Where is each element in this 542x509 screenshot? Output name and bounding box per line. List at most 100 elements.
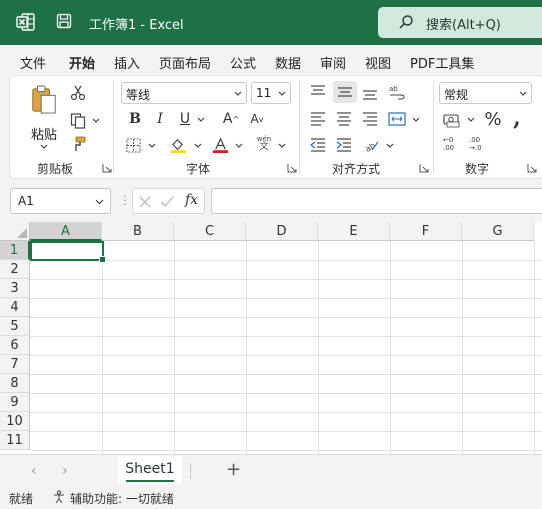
row-header-6[interactable]: 6 [0, 336, 30, 355]
tab-data[interactable]: 数据 [275, 53, 301, 72]
sheet-tab-sheet1[interactable]: Sheet1 [118, 456, 182, 484]
bold-icon[interactable]: B [127, 110, 143, 128]
accounting-dropdown-icon[interactable] [467, 117, 475, 123]
worksheet-grid[interactable]: ABCDEFG 1 2 3 4 5 6 7 8 9 10 11 [0, 222, 542, 454]
column-header-e[interactable]: E [318, 222, 390, 241]
row-header-5[interactable]: 5 [0, 317, 30, 336]
tab-home[interactable]: 开始 [69, 53, 96, 78]
row-header-7[interactable]: 7 [0, 355, 30, 374]
tab-view[interactable]: 视图 [365, 53, 391, 72]
increase-decimal-icon[interactable]: ←0.00 [443, 136, 461, 154]
row-header-3[interactable]: 3 [0, 279, 30, 298]
decrease-indent-icon[interactable] [310, 138, 326, 152]
row-header-11[interactable]: 11 [0, 431, 30, 450]
align-middle-button[interactable] [333, 81, 357, 103]
column-header-c[interactable]: C [174, 222, 246, 241]
row-header-9[interactable]: 9 [0, 393, 30, 412]
align-top-icon[interactable] [310, 85, 326, 99]
gridline [30, 393, 542, 394]
tab-pdf-tools[interactable]: PDF工具集 [410, 53, 474, 72]
font-name-select[interactable]: 等线 [121, 82, 247, 104]
tab-file[interactable]: 文件 [20, 53, 46, 72]
italic-icon[interactable]: I [152, 110, 168, 128]
number-launcher-icon[interactable] [527, 163, 537, 173]
wrap-text-icon[interactable]: ab [389, 84, 405, 100]
chevron-left-icon[interactable]: ‹ [31, 463, 37, 479]
underline-icon[interactable]: U [177, 110, 193, 128]
font-group-label: 字体 [186, 162, 211, 176]
fill-color-icon[interactable] [170, 136, 187, 155]
row-header-10[interactable]: 10 [0, 412, 30, 431]
tab-review[interactable]: 审阅 [320, 53, 346, 72]
row-header-2[interactable]: 2 [0, 260, 30, 279]
orientation-icon[interactable]: ab [363, 137, 379, 153]
enter-icon[interactable] [160, 196, 174, 208]
align-right-icon[interactable] [362, 112, 378, 126]
phonetic-guide-icon[interactable]: wén 文 [255, 136, 273, 156]
column-header-d[interactable]: D [246, 222, 318, 241]
select-all-button[interactable] [0, 222, 30, 241]
accounting-format-icon[interactable] [443, 112, 461, 128]
chevron-down-icon [234, 91, 242, 96]
add-sheet-button[interactable]: + [226, 459, 241, 480]
tab-insert[interactable]: 插入 [114, 53, 140, 72]
column-header-a[interactable]: A [30, 222, 102, 241]
gridline [174, 241, 175, 454]
format-painter-icon[interactable] [70, 136, 86, 152]
column-header-g[interactable]: G [462, 222, 534, 241]
orientation-dropdown-icon[interactable] [386, 143, 394, 149]
merge-center-icon[interactable] [388, 112, 406, 126]
font-color-dropdown-icon[interactable] [235, 143, 243, 149]
decrease-font-icon[interactable]: Av [248, 110, 266, 128]
font-color-icon[interactable] [212, 136, 229, 155]
tab-page-layout[interactable]: 页面布局 [159, 53, 211, 72]
active-cell[interactable] [30, 241, 106, 263]
status-mode: 就绪 [9, 492, 34, 506]
row-header-4[interactable]: 4 [0, 298, 30, 317]
status-bar: 就绪 辅助功能: 一切就绪 [0, 486, 542, 509]
fill-color-dropdown-icon[interactable] [194, 143, 202, 149]
percent-icon[interactable]: % [483, 109, 503, 130]
increase-indent-icon[interactable] [336, 138, 352, 152]
comma-style-icon[interactable]: , [510, 105, 524, 131]
phonetic-dropdown-icon[interactable] [278, 143, 286, 149]
copy-icon[interactable] [70, 112, 86, 129]
borders-dropdown-icon[interactable] [148, 143, 156, 149]
cut-icon[interactable] [70, 84, 86, 102]
column-header-b[interactable]: B [102, 222, 174, 241]
chevron-right-icon[interactable]: › [62, 463, 68, 479]
align-bottom-icon[interactable] [362, 87, 378, 101]
align-left-icon[interactable] [310, 112, 326, 126]
paste-button[interactable]: 粘贴 [26, 82, 60, 152]
accessibility-icon[interactable] [52, 490, 66, 504]
align-center-icon[interactable] [336, 112, 352, 126]
clipboard-launcher-icon[interactable] [102, 163, 112, 173]
row-header-8[interactable]: 8 [0, 374, 30, 393]
row-header-1[interactable]: 1 [0, 241, 30, 260]
search-box[interactable]: 搜索(Alt+Q) [378, 7, 542, 38]
font-size-select[interactable]: 11 [251, 82, 291, 104]
gridline [462, 241, 463, 454]
number-format-select[interactable]: 常规 [439, 82, 532, 104]
formula-input[interactable] [211, 188, 542, 214]
cancel-icon[interactable] [139, 196, 151, 208]
insert-function-icon[interactable]: fx [185, 192, 198, 208]
copy-dropdown-icon[interactable] [92, 118, 100, 124]
borders-icon[interactable] [126, 138, 141, 153]
underline-dropdown-icon[interactable] [197, 117, 205, 123]
name-box-value: A1 [18, 194, 34, 208]
font-launcher-icon[interactable] [287, 163, 297, 173]
alignment-launcher-icon[interactable] [419, 163, 429, 173]
name-box[interactable]: A1 [10, 188, 111, 214]
group-divider [433, 80, 434, 174]
decrease-decimal-icon[interactable]: .00 →.0 [469, 136, 487, 154]
formula-bar-divider-icon: ⋮ [119, 193, 131, 207]
column-header-f[interactable]: F [390, 222, 462, 241]
merge-dropdown-icon[interactable] [412, 117, 420, 123]
gridline [30, 355, 542, 356]
save-icon[interactable] [56, 13, 72, 29]
accessibility-status[interactable]: 辅助功能: 一切就绪 [70, 490, 174, 507]
increase-font-icon[interactable]: A ^ [222, 110, 240, 128]
tab-formulas[interactable]: 公式 [230, 53, 256, 72]
gridline [318, 241, 319, 454]
